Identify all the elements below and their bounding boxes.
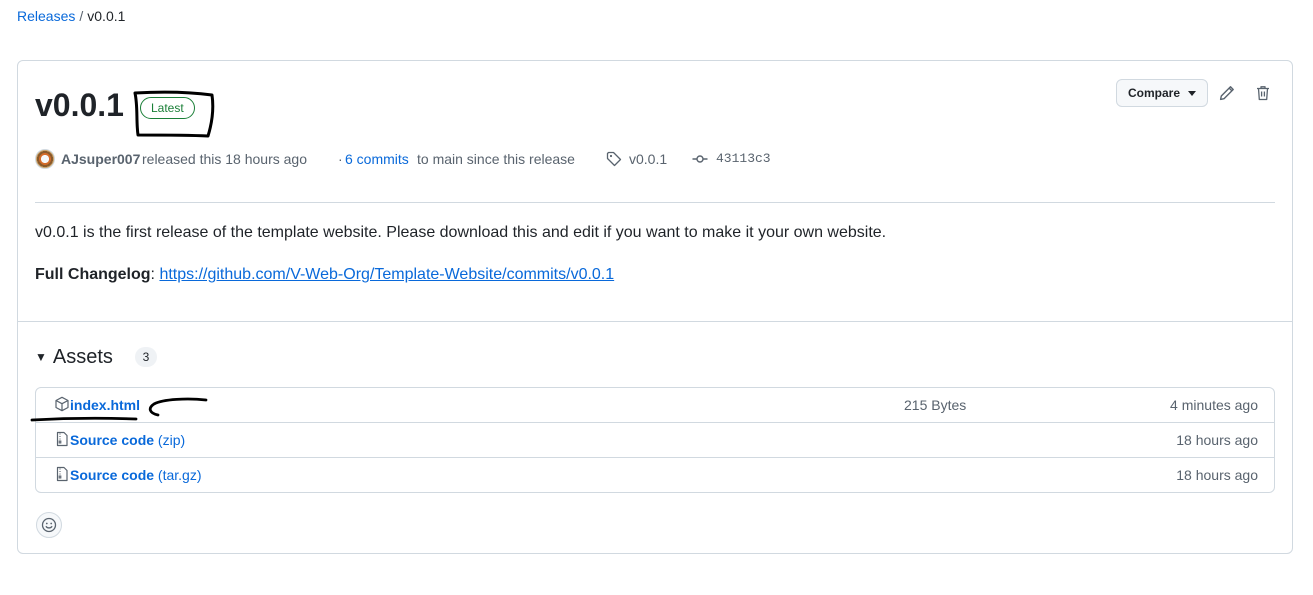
release-description: v0.0.1 is the first release of the templ…	[35, 224, 887, 241]
breadcrumb-current: v0.0.1	[87, 8, 126, 24]
changelog-label: Full Changelog	[35, 266, 151, 283]
assets-toggle[interactable]: ▼ Assets 3	[35, 343, 157, 371]
asset-link[interactable]: Source code (zip)	[70, 423, 185, 457]
annotation-box	[133, 90, 215, 138]
release-meta: AJsuper007 released this 18 hours ago · …	[35, 147, 1275, 171]
asset-name: Source code	[70, 467, 155, 483]
author-link[interactable]: AJsuper007	[61, 147, 140, 171]
release-title: v0.0.1	[35, 87, 124, 123]
assets-heading: Assets	[52, 345, 113, 368]
commits-link[interactable]: 6 commits	[345, 147, 409, 171]
asset-row: Source code (tar.gz) 18 hours ago	[36, 457, 1274, 492]
commits-suffix: to main since this release	[417, 151, 575, 167]
breadcrumb: Releases / v0.0.1	[17, 6, 125, 26]
add-reaction-button[interactable]	[36, 512, 62, 538]
asset-time: 4 minutes ago	[1170, 397, 1258, 413]
triangle-down-icon: ▼	[35, 350, 47, 364]
trash-icon	[1257, 86, 1269, 101]
asset-link[interactable]: Source code (tar.gz)	[70, 458, 202, 492]
released-text: released this 18 hours ago	[142, 151, 307, 167]
changelog-link[interactable]: https://github.com/V-Web-Org/Template-We…	[159, 266, 614, 283]
changelog-colon: :	[150, 266, 155, 283]
delete-button[interactable]	[1251, 81, 1275, 105]
commits-prefix: ·	[338, 151, 343, 167]
asset-size: 215 Bytes	[904, 397, 967, 413]
asset-time: 18 hours ago	[1176, 432, 1258, 448]
section-divider	[18, 321, 1292, 322]
asset-row: Source code (zip) 18 hours ago	[36, 422, 1274, 457]
breadcrumb-separator: /	[79, 8, 84, 24]
chevron-down-icon	[1188, 90, 1196, 96]
asset-name: Source code	[70, 432, 155, 448]
asset-ext: (zip)	[154, 432, 186, 448]
annotation-underline-arrow	[30, 397, 208, 422]
avatar[interactable]	[35, 149, 55, 169]
asset-ext: (tar.gz)	[154, 467, 202, 483]
tag-link[interactable]: v0.0.1	[629, 147, 667, 171]
smiley-icon	[41, 517, 57, 533]
file-zip-icon	[56, 466, 68, 482]
pencil-icon	[1219, 86, 1234, 101]
divider	[35, 202, 1275, 203]
edit-button[interactable]	[1215, 81, 1239, 105]
changelog-line: Full Changelog: https://github.com/V-Web…	[35, 263, 614, 287]
file-zip-icon	[56, 431, 68, 447]
asset-time: 18 hours ago	[1176, 467, 1258, 483]
commit-sha-link[interactable]: 43113c3	[716, 147, 771, 171]
compare-label: Compare	[1127, 86, 1180, 100]
release-card: v0.0.1 Latest Compare AJsuper007 release…	[17, 60, 1293, 554]
breadcrumb-releases-link[interactable]: Releases	[17, 8, 75, 24]
git-commit-icon	[692, 155, 708, 163]
tag-icon	[606, 151, 622, 167]
compare-button[interactable]: Compare	[1116, 79, 1208, 107]
assets-count-badge: 3	[134, 347, 157, 367]
